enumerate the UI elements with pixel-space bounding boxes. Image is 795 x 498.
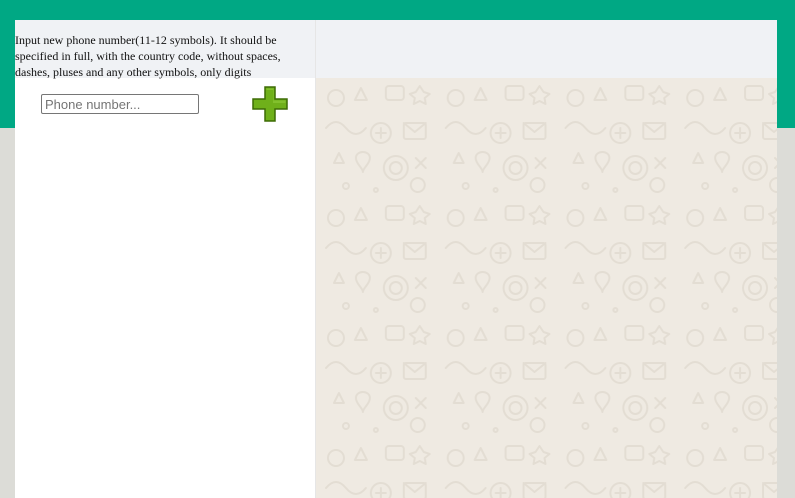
add-number-button[interactable] — [251, 85, 289, 123]
right-panel — [316, 20, 777, 498]
chat-header — [316, 20, 777, 78]
phone-number-input[interactable] — [41, 94, 199, 114]
instructions-line-2: specified in full, with the country code… — [15, 49, 281, 63]
instructions-line-3: dashes, pluses and any other symbols, on… — [15, 65, 252, 79]
new-number-row — [41, 86, 301, 129]
app-window: Input new phone number(11-12 symbols). I… — [15, 20, 777, 498]
instructions-line-1: Input new phone number(11-12 symbols). I… — [15, 33, 277, 47]
plus-icon — [252, 86, 288, 122]
chat-background-pattern — [316, 78, 777, 498]
left-panel: Input new phone number(11-12 symbols). I… — [15, 20, 316, 498]
instructions-text: Input new phone number(11-12 symbols). I… — [15, 20, 315, 79]
